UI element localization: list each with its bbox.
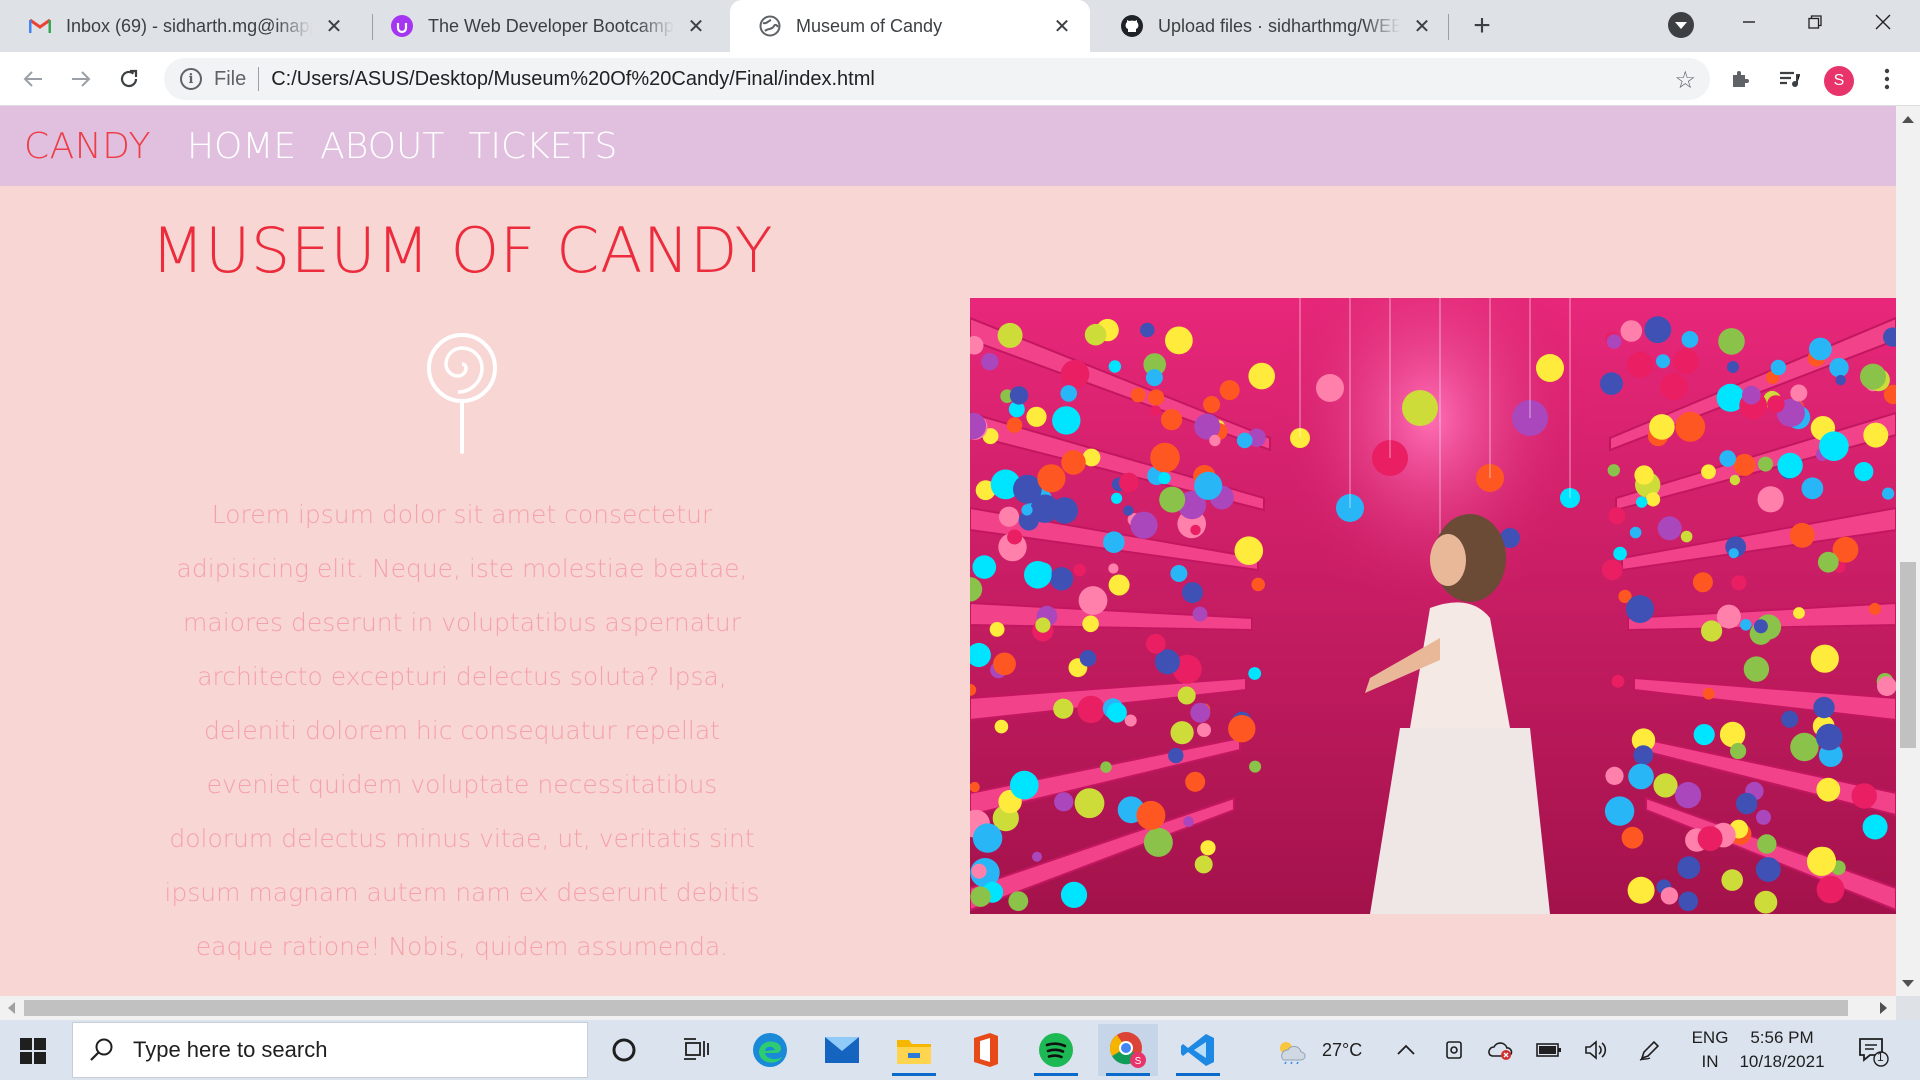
media-controls-icon[interactable]	[1772, 62, 1806, 96]
close-icon[interactable]: ✕	[1410, 14, 1434, 38]
notification-count: 1	[1877, 1050, 1884, 1064]
reload-button[interactable]	[112, 62, 146, 96]
vertical-scroll-thumb[interactable]	[1900, 562, 1916, 748]
tab-search-button[interactable]	[1668, 12, 1694, 38]
language-indicator[interactable]: ENG IN	[1690, 1026, 1730, 1074]
tab-strip: Inbox (69) - sidharth.mg@inapp.com ✕ The…	[0, 0, 1920, 52]
windows-taskbar: Type here to search S 27°C ENG IN 5:56 P…	[0, 1020, 1920, 1080]
language-code: ENG	[1691, 1028, 1729, 1047]
search-placeholder: Type here to search	[133, 1037, 328, 1062]
battery-icon[interactable]	[1536, 1020, 1562, 1080]
chrome-icon[interactable]: S	[1098, 1024, 1158, 1076]
taskbar-search-box[interactable]: Type here to search	[72, 1022, 588, 1078]
system-clock[interactable]: 5:56 PM 10/18/2021	[1734, 1026, 1830, 1074]
menu-kebab-icon[interactable]	[1870, 62, 1904, 96]
extensions-icon[interactable]	[1724, 62, 1758, 96]
scroll-left-arrow-icon[interactable]	[8, 1002, 15, 1014]
cortana-icon[interactable]	[594, 1024, 654, 1076]
back-button[interactable]	[16, 62, 50, 96]
scroll-down-arrow-icon[interactable]	[1902, 980, 1914, 987]
restore-button[interactable]	[1782, 0, 1848, 44]
show-hidden-icons-chevron-icon[interactable]	[1396, 1020, 1416, 1080]
address-scheme: File	[214, 67, 247, 90]
address-bar[interactable]: i File C:/Users/ASUS/Desktop/Museum%20Of…	[164, 58, 1710, 100]
svg-text:S: S	[1135, 1056, 1142, 1067]
tab-github[interactable]: Upload files · sidharthmg/WEBDEV ✕	[1092, 0, 1450, 52]
hero-body-text: Lorem ipsum dolor sit amet consectetur a…	[164, 500, 760, 961]
address-divider	[258, 67, 260, 91]
minimize-button[interactable]	[1716, 0, 1782, 44]
candy-museum-photo	[970, 298, 1896, 914]
tab-title: Upload files · sidharthmg/WEBDEV	[1158, 15, 1400, 36]
site-navbar: CANDY HOME ABOUT TICKETS	[0, 106, 1896, 186]
close-icon[interactable]: ✕	[1050, 14, 1074, 38]
weather-widget[interactable]: 27°C	[1274, 1020, 1362, 1080]
tab-separator	[1448, 14, 1449, 40]
globe-icon	[758, 14, 782, 38]
scroll-right-arrow-icon[interactable]	[1880, 1002, 1887, 1014]
tab-gmail[interactable]: Inbox (69) - sidharth.mg@inapp.com ✕	[0, 0, 362, 52]
page-title: MUSEUM OF CANDY	[151, 214, 773, 287]
weather-cloud-icon	[1280, 1042, 1306, 1064]
nav-link-about[interactable]: ABOUT	[320, 126, 444, 167]
nav-link-home[interactable]: HOME	[187, 126, 296, 167]
windows-start-icon[interactable]	[20, 1038, 46, 1064]
tab-title: Museum of Candy	[796, 15, 943, 36]
spotify-icon[interactable]	[1026, 1024, 1086, 1076]
region-code: IN	[1701, 1052, 1719, 1071]
forward-button[interactable]	[64, 62, 98, 96]
tab-title: Inbox (69) - sidharth.mg@inapp.com	[66, 15, 312, 36]
profile-avatar[interactable]: S	[1824, 66, 1854, 96]
new-tab-button[interactable]: +	[1466, 9, 1498, 42]
bookmark-star-icon[interactable]: ☆	[1674, 66, 1696, 95]
notifications-icon[interactable]: 1	[1856, 1020, 1890, 1080]
tab-udemy[interactable]: The Web Developer Bootcamp 2021 ✕	[362, 0, 724, 52]
weather-temperature: 27°C	[1322, 1039, 1363, 1060]
horizontal-scroll-thumb[interactable]	[24, 1000, 1848, 1016]
task-view-icon[interactable]	[666, 1024, 726, 1076]
github-icon	[1120, 14, 1144, 38]
nav-link-tickets[interactable]: TICKETS	[468, 126, 617, 167]
close-icon[interactable]: ✕	[322, 14, 346, 38]
onedrive-error-icon[interactable]	[1486, 1020, 1514, 1080]
meet-now-icon[interactable]	[1444, 1020, 1466, 1080]
scroll-up-arrow-icon[interactable]	[1902, 116, 1914, 123]
page-viewport: CANDY HOME ABOUT TICKETS MUSEUM OF CANDY…	[0, 106, 1896, 996]
mail-icon[interactable]	[812, 1024, 872, 1076]
vscode-icon[interactable]	[1168, 1024, 1228, 1076]
close-icon[interactable]: ✕	[684, 14, 708, 38]
brand-link[interactable]: CANDY	[24, 126, 151, 167]
clock-date: 10/18/2021	[1739, 1052, 1825, 1071]
udemy-icon	[390, 14, 414, 38]
tab-museum-of-candy[interactable]: Museum of Candy ✕	[730, 0, 1090, 52]
clock-time: 5:56 PM	[1750, 1028, 1814, 1047]
tab-title: The Web Developer Bootcamp 2021	[428, 15, 674, 36]
search-icon	[89, 1037, 115, 1063]
gmail-icon	[28, 14, 52, 38]
edge-icon[interactable]	[740, 1024, 800, 1076]
pen-workspace-icon[interactable]	[1638, 1020, 1662, 1080]
address-url: C:/Users/ASUS/Desktop/Museum%20Of%20Cand…	[271, 67, 875, 90]
office-icon[interactable]	[956, 1024, 1016, 1076]
browser-toolbar: i File C:/Users/ASUS/Desktop/Museum%20Of…	[0, 52, 1920, 106]
close-window-button[interactable]	[1850, 0, 1916, 44]
volume-icon[interactable]	[1584, 1020, 1610, 1080]
info-icon[interactable]: i	[180, 68, 202, 90]
vertical-scrollbar[interactable]	[1896, 106, 1920, 996]
file-explorer-icon[interactable]	[884, 1024, 944, 1076]
lollipop-icon	[426, 332, 498, 454]
horizontal-scrollbar[interactable]	[0, 996, 1896, 1020]
